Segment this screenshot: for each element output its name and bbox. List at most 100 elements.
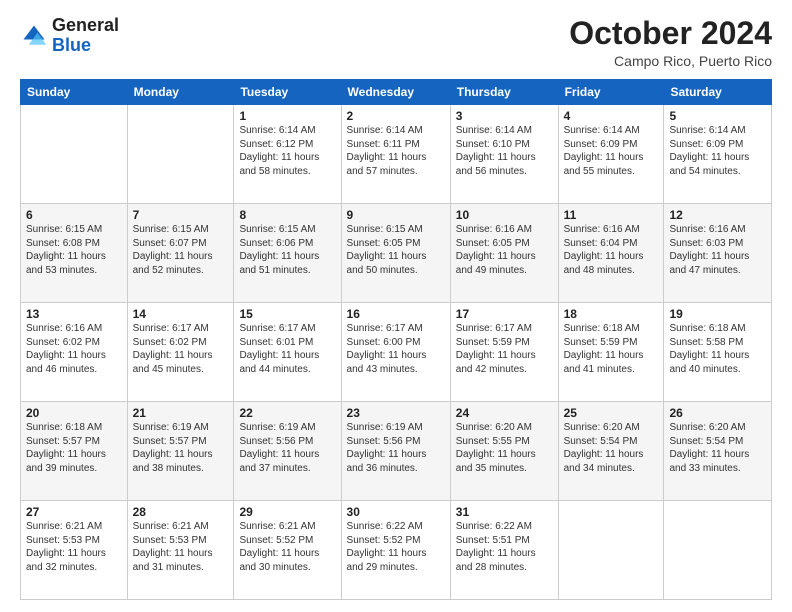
calendar-cell	[21, 105, 128, 204]
day-number: 30	[347, 505, 445, 519]
weekday-header: Saturday	[664, 80, 772, 105]
calendar-cell: 16Sunrise: 6:17 AM Sunset: 6:00 PM Dayli…	[341, 303, 450, 402]
calendar-cell: 13Sunrise: 6:16 AM Sunset: 6:02 PM Dayli…	[21, 303, 128, 402]
day-number: 9	[347, 208, 445, 222]
logo: General Blue	[20, 16, 119, 56]
page: General Blue October 2024 Campo Rico, Pu…	[0, 0, 792, 612]
day-number: 20	[26, 406, 122, 420]
weekday-header: Wednesday	[341, 80, 450, 105]
calendar-cell	[558, 501, 664, 600]
calendar-table: SundayMondayTuesdayWednesdayThursdayFrid…	[20, 79, 772, 600]
day-number: 26	[669, 406, 766, 420]
calendar-cell: 11Sunrise: 6:16 AM Sunset: 6:04 PM Dayli…	[558, 204, 664, 303]
calendar-cell: 7Sunrise: 6:15 AM Sunset: 6:07 PM Daylig…	[127, 204, 234, 303]
calendar-cell: 8Sunrise: 6:15 AM Sunset: 6:06 PM Daylig…	[234, 204, 341, 303]
calendar-cell: 1Sunrise: 6:14 AM Sunset: 6:12 PM Daylig…	[234, 105, 341, 204]
day-info: Sunrise: 6:18 AM Sunset: 5:57 PM Dayligh…	[26, 421, 122, 475]
calendar-cell: 14Sunrise: 6:17 AM Sunset: 6:02 PM Dayli…	[127, 303, 234, 402]
day-info: Sunrise: 6:15 AM Sunset: 6:05 PM Dayligh…	[347, 223, 445, 277]
calendar-cell: 27Sunrise: 6:21 AM Sunset: 5:53 PM Dayli…	[21, 501, 128, 600]
title-block: October 2024 Campo Rico, Puerto Rico	[569, 16, 772, 69]
day-number: 10	[456, 208, 553, 222]
calendar-cell: 17Sunrise: 6:17 AM Sunset: 5:59 PM Dayli…	[450, 303, 558, 402]
day-info: Sunrise: 6:19 AM Sunset: 5:56 PM Dayligh…	[347, 421, 445, 475]
day-number: 25	[564, 406, 659, 420]
calendar-cell: 26Sunrise: 6:20 AM Sunset: 5:54 PM Dayli…	[664, 402, 772, 501]
calendar-cell: 31Sunrise: 6:22 AM Sunset: 5:51 PM Dayli…	[450, 501, 558, 600]
day-info: Sunrise: 6:15 AM Sunset: 6:08 PM Dayligh…	[26, 223, 122, 277]
day-info: Sunrise: 6:19 AM Sunset: 5:57 PM Dayligh…	[133, 421, 229, 475]
day-number: 3	[456, 109, 553, 123]
day-info: Sunrise: 6:14 AM Sunset: 6:09 PM Dayligh…	[564, 124, 659, 178]
day-number: 19	[669, 307, 766, 321]
calendar-cell: 15Sunrise: 6:17 AM Sunset: 6:01 PM Dayli…	[234, 303, 341, 402]
day-number: 4	[564, 109, 659, 123]
day-number: 1	[239, 109, 335, 123]
day-number: 23	[347, 406, 445, 420]
weekday-header: Friday	[558, 80, 664, 105]
logo-icon	[20, 22, 48, 50]
calendar-cell: 3Sunrise: 6:14 AM Sunset: 6:10 PM Daylig…	[450, 105, 558, 204]
day-number: 2	[347, 109, 445, 123]
day-info: Sunrise: 6:16 AM Sunset: 6:04 PM Dayligh…	[564, 223, 659, 277]
day-number: 13	[26, 307, 122, 321]
calendar-cell: 25Sunrise: 6:20 AM Sunset: 5:54 PM Dayli…	[558, 402, 664, 501]
day-number: 16	[347, 307, 445, 321]
calendar-cell	[664, 501, 772, 600]
calendar-week-row: 13Sunrise: 6:16 AM Sunset: 6:02 PM Dayli…	[21, 303, 772, 402]
calendar-cell: 21Sunrise: 6:19 AM Sunset: 5:57 PM Dayli…	[127, 402, 234, 501]
calendar-cell: 2Sunrise: 6:14 AM Sunset: 6:11 PM Daylig…	[341, 105, 450, 204]
day-number: 15	[239, 307, 335, 321]
day-number: 14	[133, 307, 229, 321]
day-info: Sunrise: 6:16 AM Sunset: 6:05 PM Dayligh…	[456, 223, 553, 277]
logo-text: General Blue	[52, 16, 119, 56]
calendar-cell: 29Sunrise: 6:21 AM Sunset: 5:52 PM Dayli…	[234, 501, 341, 600]
calendar-cell: 5Sunrise: 6:14 AM Sunset: 6:09 PM Daylig…	[664, 105, 772, 204]
day-info: Sunrise: 6:16 AM Sunset: 6:02 PM Dayligh…	[26, 322, 122, 376]
calendar-cell: 4Sunrise: 6:14 AM Sunset: 6:09 PM Daylig…	[558, 105, 664, 204]
day-info: Sunrise: 6:22 AM Sunset: 5:52 PM Dayligh…	[347, 520, 445, 574]
day-number: 7	[133, 208, 229, 222]
day-number: 24	[456, 406, 553, 420]
calendar-cell: 23Sunrise: 6:19 AM Sunset: 5:56 PM Dayli…	[341, 402, 450, 501]
day-number: 28	[133, 505, 229, 519]
day-number: 21	[133, 406, 229, 420]
day-number: 8	[239, 208, 335, 222]
day-info: Sunrise: 6:18 AM Sunset: 5:59 PM Dayligh…	[564, 322, 659, 376]
calendar-week-row: 27Sunrise: 6:21 AM Sunset: 5:53 PM Dayli…	[21, 501, 772, 600]
day-info: Sunrise: 6:15 AM Sunset: 6:06 PM Dayligh…	[239, 223, 335, 277]
day-number: 5	[669, 109, 766, 123]
day-number: 29	[239, 505, 335, 519]
weekday-header: Sunday	[21, 80, 128, 105]
calendar-cell: 6Sunrise: 6:15 AM Sunset: 6:08 PM Daylig…	[21, 204, 128, 303]
calendar-cell	[127, 105, 234, 204]
calendar-cell: 22Sunrise: 6:19 AM Sunset: 5:56 PM Dayli…	[234, 402, 341, 501]
month-title: October 2024	[569, 16, 772, 51]
day-number: 17	[456, 307, 553, 321]
calendar-cell: 9Sunrise: 6:15 AM Sunset: 6:05 PM Daylig…	[341, 204, 450, 303]
calendar-week-row: 1Sunrise: 6:14 AM Sunset: 6:12 PM Daylig…	[21, 105, 772, 204]
calendar-cell: 20Sunrise: 6:18 AM Sunset: 5:57 PM Dayli…	[21, 402, 128, 501]
day-info: Sunrise: 6:14 AM Sunset: 6:09 PM Dayligh…	[669, 124, 766, 178]
day-info: Sunrise: 6:22 AM Sunset: 5:51 PM Dayligh…	[456, 520, 553, 574]
day-info: Sunrise: 6:21 AM Sunset: 5:53 PM Dayligh…	[133, 520, 229, 574]
weekday-header: Tuesday	[234, 80, 341, 105]
calendar-cell: 19Sunrise: 6:18 AM Sunset: 5:58 PM Dayli…	[664, 303, 772, 402]
day-info: Sunrise: 6:14 AM Sunset: 6:11 PM Dayligh…	[347, 124, 445, 178]
day-info: Sunrise: 6:21 AM Sunset: 5:53 PM Dayligh…	[26, 520, 122, 574]
calendar-week-row: 20Sunrise: 6:18 AM Sunset: 5:57 PM Dayli…	[21, 402, 772, 501]
day-info: Sunrise: 6:20 AM Sunset: 5:55 PM Dayligh…	[456, 421, 553, 475]
day-number: 18	[564, 307, 659, 321]
calendar-header-row: SundayMondayTuesdayWednesdayThursdayFrid…	[21, 80, 772, 105]
calendar-week-row: 6Sunrise: 6:15 AM Sunset: 6:08 PM Daylig…	[21, 204, 772, 303]
day-info: Sunrise: 6:18 AM Sunset: 5:58 PM Dayligh…	[669, 322, 766, 376]
location: Campo Rico, Puerto Rico	[569, 53, 772, 69]
day-number: 31	[456, 505, 553, 519]
day-info: Sunrise: 6:20 AM Sunset: 5:54 PM Dayligh…	[564, 421, 659, 475]
day-info: Sunrise: 6:14 AM Sunset: 6:10 PM Dayligh…	[456, 124, 553, 178]
day-info: Sunrise: 6:17 AM Sunset: 5:59 PM Dayligh…	[456, 322, 553, 376]
day-number: 22	[239, 406, 335, 420]
day-info: Sunrise: 6:17 AM Sunset: 6:02 PM Dayligh…	[133, 322, 229, 376]
day-number: 11	[564, 208, 659, 222]
day-info: Sunrise: 6:20 AM Sunset: 5:54 PM Dayligh…	[669, 421, 766, 475]
